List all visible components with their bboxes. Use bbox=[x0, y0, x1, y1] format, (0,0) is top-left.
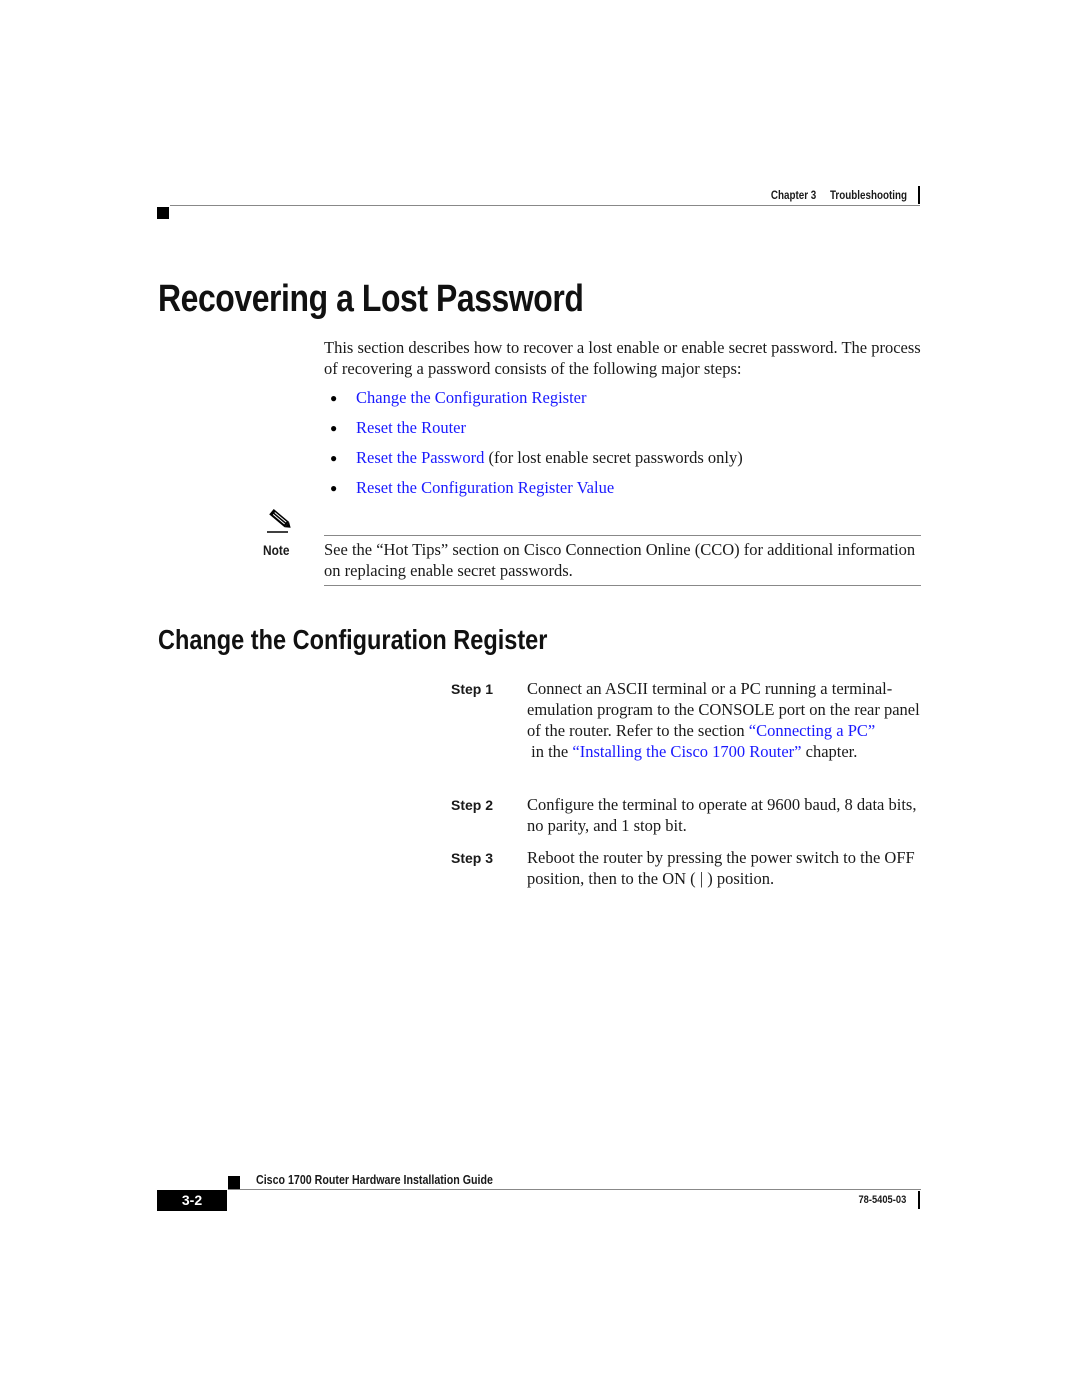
step-1-text-after: chapter. bbox=[801, 742, 858, 761]
list-item: ● Reset the Configuration Register Value bbox=[330, 476, 743, 506]
header-bar-marker bbox=[918, 186, 920, 204]
header-chapter: Chapter 3 bbox=[770, 188, 817, 202]
running-header: Chapter 3 Troubleshooting bbox=[771, 188, 907, 202]
header-rule bbox=[170, 205, 920, 206]
link-installing-cisco-1700-router[interactable]: “Installing the Cisco 1700 Router” bbox=[572, 742, 801, 761]
header-square-marker bbox=[157, 207, 169, 219]
note-rule-bottom bbox=[324, 585, 921, 586]
bullet-icon: ● bbox=[330, 481, 338, 495]
bullet-icon: ● bbox=[330, 391, 338, 405]
intro-paragraph: This section describes how to recover a … bbox=[324, 338, 921, 378]
footer-guide-title: Cisco 1700 Router Hardware Installation … bbox=[256, 1172, 493, 1187]
footer-square-marker bbox=[228, 1176, 240, 1190]
step-3-text: Reboot the router by pressing the power … bbox=[527, 848, 915, 888]
link-reset-router[interactable]: Reset the Router bbox=[356, 416, 466, 446]
link-change-config-register[interactable]: Change the Configuration Register bbox=[356, 386, 587, 416]
pencil-note-icon bbox=[267, 509, 291, 533]
link-connecting-a-pc[interactable]: “Connecting a PC” bbox=[749, 721, 875, 740]
bullet-icon: ● bbox=[330, 421, 338, 435]
note-rule-top bbox=[324, 535, 921, 536]
section-heading: Change the Configuration Register bbox=[158, 624, 548, 655]
list-item: ● Change the Configuration Register bbox=[330, 386, 743, 416]
step-1-text-middle: in the bbox=[527, 742, 573, 761]
page-number-badge: 3-2 bbox=[157, 1190, 227, 1211]
header-section: Troubleshooting bbox=[829, 188, 907, 202]
step-2-label: Step 2 bbox=[451, 797, 494, 813]
step-1-label: Step 1 bbox=[451, 681, 494, 697]
footer-bar-marker bbox=[918, 1191, 920, 1209]
footer-rule bbox=[228, 1189, 921, 1190]
note-label: Note bbox=[263, 542, 290, 558]
steps-list: ● Change the Configuration Register ● Re… bbox=[330, 386, 743, 506]
bullet-suffix: (for lost enable secret passwords only) bbox=[484, 448, 743, 467]
list-item: ● Reset the Password (for lost enable se… bbox=[330, 446, 743, 476]
step-1-text: Connect an ASCII terminal or a PC runnin… bbox=[527, 678, 922, 762]
list-item: ● Reset the Router bbox=[330, 416, 743, 446]
page-title: Recovering a Lost Password bbox=[158, 278, 584, 320]
link-reset-config-register-value[interactable]: Reset the Configuration Register Value bbox=[356, 476, 614, 506]
link-reset-password[interactable]: Reset the Password bbox=[356, 446, 484, 476]
step-3-label: Step 3 bbox=[451, 850, 494, 866]
footer-doc-number: 78-5405-03 bbox=[858, 1194, 906, 1206]
note-text: See the “Hot Tips” section on Cisco Conn… bbox=[324, 540, 916, 580]
bullet-icon: ● bbox=[330, 451, 338, 465]
step-2-text: Configure the terminal to operate at 960… bbox=[527, 795, 917, 835]
